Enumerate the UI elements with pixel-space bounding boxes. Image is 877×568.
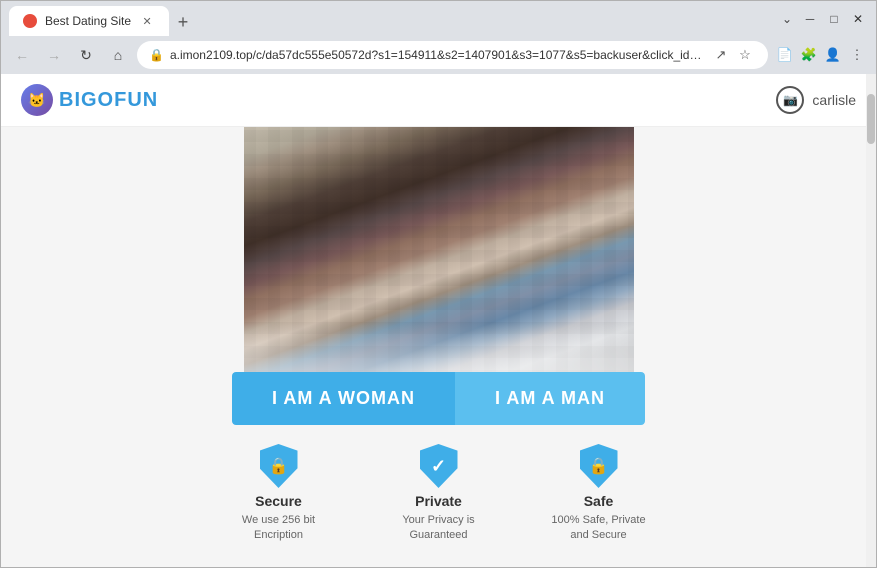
extensions-icon[interactable]: 🧩 [798, 44, 820, 66]
logo-emoji: 🐱 [28, 92, 45, 109]
profile-icon[interactable]: 👤 [822, 44, 844, 66]
tab-bar: Best Dating Site ✕ + [9, 1, 774, 36]
safe-title: Safe [584, 493, 614, 509]
secure-shield: 🔒 [259, 443, 299, 489]
private-shield: ✓ [419, 443, 459, 489]
secure-desc: We use 256 bit Encription [229, 513, 329, 544]
scrollbar[interactable] [866, 74, 876, 567]
toolbar-right: 📄 🧩 👤 ⋮ [774, 44, 868, 66]
address-bar-input[interactable]: 🔒 a.imon2109.top/c/da57dc555e50572d?s1=1… [137, 41, 768, 69]
address-bar-icons: ↗ ☆ [710, 44, 756, 66]
i-am-a-man-button[interactable]: I AM A MAN [455, 372, 645, 425]
photo-container [244, 127, 634, 382]
user-area: 📷 carlisle [776, 86, 856, 114]
private-title: Private [415, 493, 462, 509]
shield-shape-safe: 🔒 [580, 444, 618, 488]
logo-icon: 🐱 [21, 84, 53, 116]
tab-favicon [23, 14, 37, 28]
home-button[interactable]: ⌂ [105, 42, 131, 68]
maximize-button[interactable]: □ [824, 9, 844, 29]
trust-item-secure: 🔒 Secure We use 256 bit Encription [229, 443, 329, 544]
reader-mode-icon[interactable]: 📄 [774, 44, 796, 66]
trust-row: 🔒 Secure We use 256 bit Encription ✓ Pri… [209, 443, 669, 544]
webpage: 🐱 BIGOFUN 📷 carlisle I [1, 74, 876, 567]
safe-shield: 🔒 [579, 443, 619, 489]
address-bar: ← → ↻ ⌂ 🔒 a.imon2109.top/c/da57dc555e505… [1, 36, 876, 74]
close-button[interactable]: ✕ [848, 9, 868, 29]
shield-shape-secure: 🔒 [260, 444, 298, 488]
browser-window: Best Dating Site ✕ + ⌄ ─ □ ✕ ← → ↻ ⌂ 🔒 a… [0, 0, 877, 568]
i-am-a-woman-button[interactable]: I AM A WOMAN [232, 372, 455, 425]
main-content: I AM A WOMAN I AM A MAN 🔒 Secure We use … [1, 127, 876, 567]
gender-buttons-row: I AM A WOMAN I AM A MAN [232, 372, 645, 425]
tab-title: Best Dating Site [45, 14, 131, 28]
scrollbar-thumb[interactable] [867, 94, 875, 144]
private-desc: Your Privacy is Guaranteed [389, 513, 489, 544]
new-tab-button[interactable]: + [169, 8, 197, 36]
trust-item-safe: 🔒 Safe 100% Safe, Private and Secure [549, 443, 649, 544]
menu-icon[interactable]: ⋮ [846, 44, 868, 66]
profile-photo [244, 127, 634, 382]
logo-suffix: FUN [114, 89, 158, 111]
star-icon[interactable]: ☆ [734, 44, 756, 66]
logo-area: 🐱 BIGOFUN [21, 84, 158, 116]
refresh-button[interactable]: ↻ [73, 42, 99, 68]
forward-button[interactable]: → [41, 42, 67, 68]
minimize-button[interactable]: ─ [800, 9, 820, 29]
trust-item-private: ✓ Private Your Privacy is Guaranteed [389, 443, 489, 544]
share-icon[interactable]: ↗ [710, 44, 732, 66]
active-tab[interactable]: Best Dating Site ✕ [9, 6, 169, 36]
shield-shape-private: ✓ [420, 444, 458, 488]
logo-prefix: BIGO [59, 89, 114, 111]
username-label: carlisle [812, 92, 856, 108]
site-header: 🐱 BIGOFUN 📷 carlisle [1, 74, 876, 127]
url-text: a.imon2109.top/c/da57dc555e50572d?s1=154… [170, 48, 704, 62]
back-button[interactable]: ← [9, 42, 35, 68]
chevron-up-icon: ⌄ [778, 10, 796, 28]
secure-title: Secure [255, 493, 302, 509]
logo-text: BIGOFUN [59, 89, 158, 112]
lock-icon: 🔒 [149, 48, 164, 62]
window-controls: ⌄ ─ □ ✕ [778, 9, 868, 29]
camera-icon: 📷 [776, 86, 804, 114]
tab-close-button[interactable]: ✕ [139, 13, 155, 29]
title-bar: Best Dating Site ✕ + ⌄ ─ □ ✕ [1, 1, 876, 36]
safe-desc: 100% Safe, Private and Secure [549, 513, 649, 544]
